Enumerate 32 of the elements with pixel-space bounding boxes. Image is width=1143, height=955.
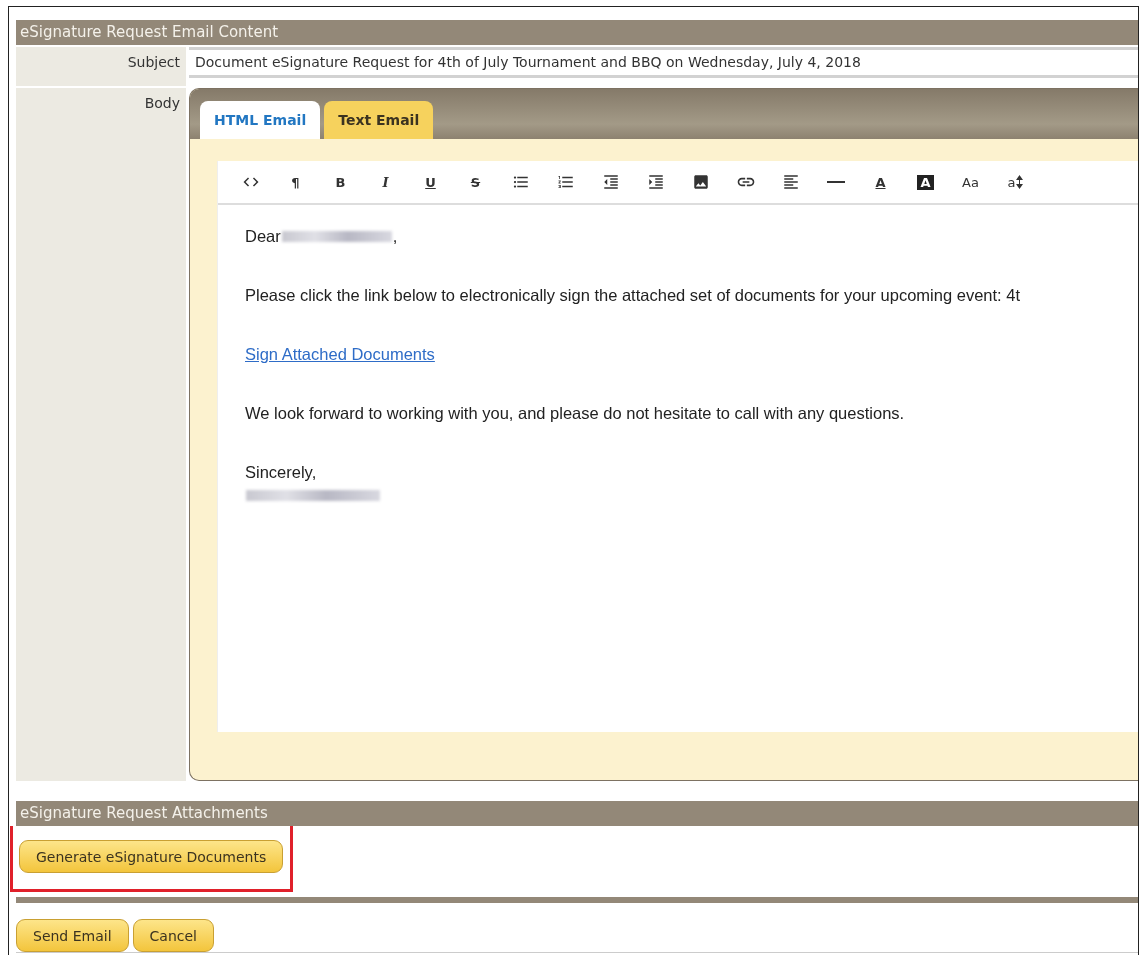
indent-icon bbox=[646, 173, 665, 191]
align-left-icon bbox=[781, 173, 800, 191]
email-tab[interactable]: Text Email bbox=[324, 101, 434, 139]
paragraph-text: We look forward to working with you, and please do not hesitate to call with any questions. bbox=[245, 404, 905, 423]
signoff-text: Sincerely, bbox=[245, 463, 318, 482]
outdent-icon bbox=[601, 173, 620, 191]
bold-button[interactable]: B bbox=[318, 167, 363, 197]
up-down-arrow-icon bbox=[1016, 175, 1024, 189]
section-header: eSignature Request Email Content bbox=[16, 20, 1138, 45]
underline-button[interactable]: U bbox=[408, 167, 453, 197]
horizontal-rule-icon bbox=[826, 181, 845, 183]
comma-text: , bbox=[392, 227, 398, 246]
strikethrough-button[interactable]: S bbox=[453, 167, 498, 197]
greeting-text: Dear bbox=[245, 227, 281, 246]
action-button[interactable]: Send Email bbox=[16, 919, 129, 952]
image-icon bbox=[691, 173, 710, 191]
paragraph-button[interactable]: ¶ bbox=[273, 167, 318, 197]
subject-field[interactable]: Document eSignature Request for 4th of July Tournament and BBQ on Wednesday, July 4, 2018 bbox=[189, 47, 1138, 78]
email-tab[interactable]: HTML Email bbox=[200, 101, 321, 139]
paragraph-text: Please click the link below to electronically sign the attached set of documents for your upcoming event: 4t bbox=[245, 286, 1020, 305]
line-height-button[interactable]: a bbox=[993, 167, 1038, 197]
sign-documents-link[interactable]: Sign Attached Documents bbox=[245, 345, 435, 364]
text-color-button[interactable]: A bbox=[858, 167, 903, 197]
italic-button[interactable]: I bbox=[363, 167, 408, 197]
field-label: Body bbox=[144, 95, 180, 111]
generate-documents-button[interactable]: Generate eSignature Documents bbox=[19, 840, 284, 873]
font-size-button[interactable]: Aa bbox=[948, 167, 993, 197]
background-color-button[interactable]: A bbox=[903, 167, 948, 197]
section-header: eSignature Request Attachments bbox=[16, 801, 1138, 826]
action-button[interactable]: Cancel bbox=[132, 919, 214, 952]
numbered-list-icon bbox=[556, 173, 575, 191]
field-label: Subject bbox=[127, 54, 180, 70]
